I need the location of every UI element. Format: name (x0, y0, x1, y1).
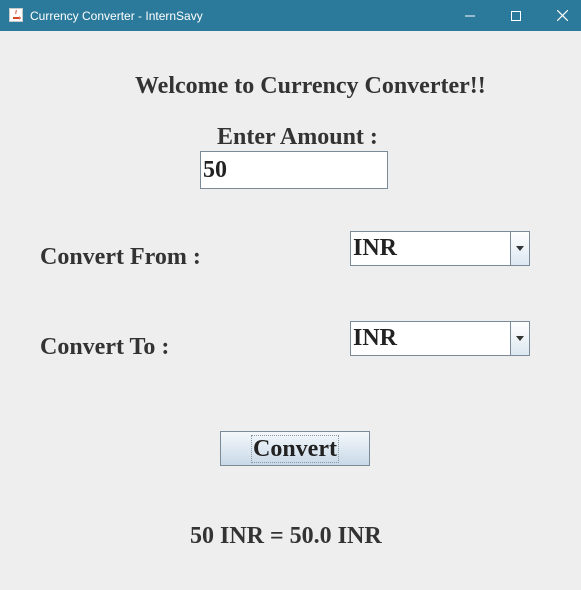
chevron-down-icon (516, 336, 524, 341)
dropdown-arrow-button[interactable] (510, 322, 529, 355)
window-title: Currency Converter - InternSavy (30, 9, 203, 23)
convert-to-label: Convert To : (40, 334, 170, 360)
dropdown-arrow-button[interactable] (510, 232, 529, 265)
convert-from-label: Convert From : (40, 244, 201, 270)
minimize-icon (465, 15, 475, 16)
close-button[interactable] (539, 0, 581, 31)
convert-to-value: INR (353, 325, 398, 351)
amount-label: Enter Amount : (217, 124, 378, 150)
chevron-down-icon (516, 246, 524, 251)
title-bar: Currency Converter - InternSavy (0, 0, 581, 31)
convert-from-value: INR (353, 235, 398, 261)
close-icon (556, 10, 568, 21)
convert-button[interactable]: Convert (220, 431, 370, 466)
app-content: Welcome to Currency Converter!! Enter Am… (0, 31, 581, 590)
convert-from-dropdown[interactable]: INR (350, 231, 530, 266)
amount-input[interactable] (200, 151, 388, 189)
welcome-heading: Welcome to Currency Converter!! (135, 73, 486, 99)
java-app-icon (9, 8, 23, 22)
maximize-button[interactable] (493, 0, 539, 31)
maximize-icon (511, 10, 521, 21)
conversion-result: 50 INR = 50.0 INR (190, 523, 382, 549)
minimize-button[interactable] (447, 0, 493, 31)
convert-button-label: Convert (251, 434, 339, 463)
convert-to-dropdown[interactable]: INR (350, 321, 530, 356)
